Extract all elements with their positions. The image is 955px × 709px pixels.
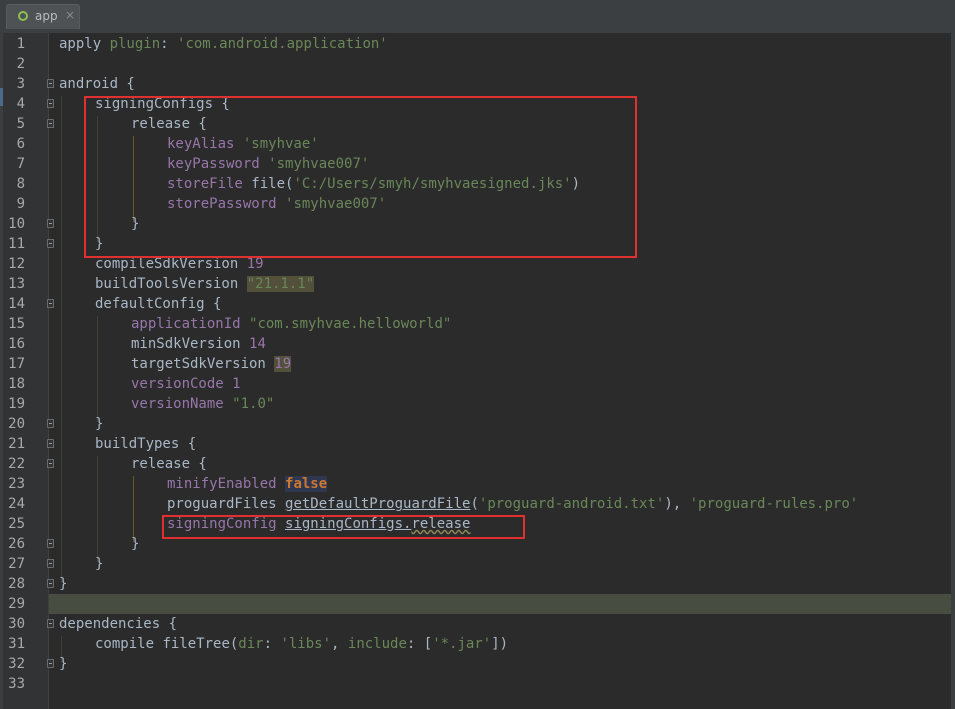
editor-tab-bar: app × xyxy=(0,0,955,34)
tab-label: app xyxy=(35,9,58,23)
code-text: versionCode 1 xyxy=(131,376,241,392)
tab-app[interactable]: app × xyxy=(6,4,80,29)
line-number: 22 xyxy=(8,456,25,472)
line-number: 24 xyxy=(8,496,25,512)
line-number: 9 xyxy=(16,196,25,212)
line-number: 30 xyxy=(8,616,25,632)
line-number: 19 xyxy=(8,396,25,412)
line-number: 2 xyxy=(16,56,25,72)
line-number: 33 xyxy=(8,676,25,692)
line-number: 3 xyxy=(16,76,25,92)
signing-configs-highlight-box xyxy=(84,96,637,258)
line-number: 16 xyxy=(8,336,25,352)
line-number: 26 xyxy=(8,536,25,552)
close-icon[interactable]: × xyxy=(65,8,75,22)
fold-icon[interactable] xyxy=(47,559,54,568)
fold-icon[interactable] xyxy=(47,299,54,308)
line-number: 6 xyxy=(16,136,25,152)
line-number: 7 xyxy=(16,156,25,172)
line-number: 20 xyxy=(8,416,25,432)
line-number: 8 xyxy=(16,176,25,192)
code-line: 19 versionName "1.0" xyxy=(0,394,955,414)
code-text: } xyxy=(131,536,140,552)
line-number: 17 xyxy=(8,356,25,372)
fold-icon[interactable] xyxy=(47,459,54,468)
line-number: 12 xyxy=(8,256,25,272)
code-text: } xyxy=(59,576,68,592)
gradle-module-icon xyxy=(18,11,28,21)
line-number: 14 xyxy=(8,296,25,312)
line-number: 13 xyxy=(8,276,25,292)
code-line: 22 release { xyxy=(0,454,955,474)
code-line: 20 } xyxy=(0,414,955,434)
fold-icon[interactable] xyxy=(47,119,54,128)
code-line: 1 apply plugin: 'com.android.application… xyxy=(0,34,955,54)
code-line: 32 } xyxy=(0,654,955,674)
code-text: defaultConfig { xyxy=(95,296,222,312)
line-number: 4 xyxy=(16,96,25,112)
code-line: 3 android { xyxy=(0,74,955,94)
signing-config-highlight-box xyxy=(162,515,525,539)
code-line: 29 xyxy=(0,594,955,614)
code-text: targetSdkVersion 19 xyxy=(131,356,292,372)
line-number: 11 xyxy=(8,236,25,252)
code-line: 30 dependencies { xyxy=(0,614,955,634)
code-line: 15 applicationId "com.smyhvae.helloworld… xyxy=(0,314,955,334)
code-text: compile fileTree(dir: 'libs', include: [… xyxy=(95,636,509,652)
code-line: 27 } xyxy=(0,554,955,574)
code-line: 33 xyxy=(0,674,955,694)
line-number: 18 xyxy=(8,376,25,392)
code-line: 14 defaultConfig { xyxy=(0,294,955,314)
line-number: 1 xyxy=(16,36,25,52)
fold-icon[interactable] xyxy=(47,659,54,668)
fold-icon[interactable] xyxy=(47,439,54,448)
line-number: 28 xyxy=(8,576,25,592)
code-line: 21 buildTypes { xyxy=(0,434,955,454)
code-text: proguardFiles getDefaultProguardFile('pr… xyxy=(167,496,859,512)
line-number: 31 xyxy=(8,636,25,652)
code-text: release { xyxy=(131,456,207,472)
line-number: 23 xyxy=(8,476,25,492)
code-line: 16 minSdkVersion 14 xyxy=(0,334,955,354)
code-text: applicationId "com.smyhvae.helloworld" xyxy=(131,316,452,332)
fold-icon[interactable] xyxy=(47,239,54,248)
code-text: buildToolsVersion "21.1.1" xyxy=(95,276,315,292)
code-line: 2 xyxy=(0,54,955,74)
fold-icon[interactable] xyxy=(47,219,54,228)
code-line: 13 buildToolsVersion "21.1.1" xyxy=(0,274,955,294)
code-text: android { xyxy=(59,76,135,92)
code-text: } xyxy=(59,656,68,672)
fold-icon[interactable] xyxy=(47,419,54,428)
fold-icon[interactable] xyxy=(47,539,54,548)
line-number: 10 xyxy=(8,216,25,232)
code-text: buildTypes { xyxy=(95,436,197,452)
line-number: 5 xyxy=(16,116,25,132)
line-number: 27 xyxy=(8,556,25,572)
fold-icon[interactable] xyxy=(47,579,54,588)
code-text: apply plugin: 'com.android.application' xyxy=(59,36,388,52)
code-line: 24 proguardFiles getDefaultProguardFile(… xyxy=(0,494,955,514)
code-line: 23 minifyEnabled false xyxy=(0,474,955,494)
line-number: 25 xyxy=(8,516,25,532)
code-text: } xyxy=(95,416,104,432)
code-line: 17 targetSdkVersion 19 xyxy=(0,354,955,374)
code-text: minSdkVersion 14 xyxy=(131,336,266,352)
code-text: minifyEnabled false xyxy=(167,476,328,492)
code-line: 31 compile fileTree(dir: 'libs', include… xyxy=(0,634,955,654)
fold-icon[interactable] xyxy=(47,79,54,88)
code-text: versionName "1.0" xyxy=(131,396,275,412)
code-text: } xyxy=(95,556,104,572)
code-line: 28 } xyxy=(0,574,955,594)
line-number: 29 xyxy=(8,596,25,612)
line-number: 21 xyxy=(8,436,25,452)
fold-icon[interactable] xyxy=(47,619,54,628)
code-text: dependencies { xyxy=(59,616,178,632)
code-line: 18 versionCode 1 xyxy=(0,374,955,394)
line-number: 32 xyxy=(8,656,25,672)
line-number: 15 xyxy=(8,316,25,332)
fold-icon[interactable] xyxy=(47,99,54,108)
